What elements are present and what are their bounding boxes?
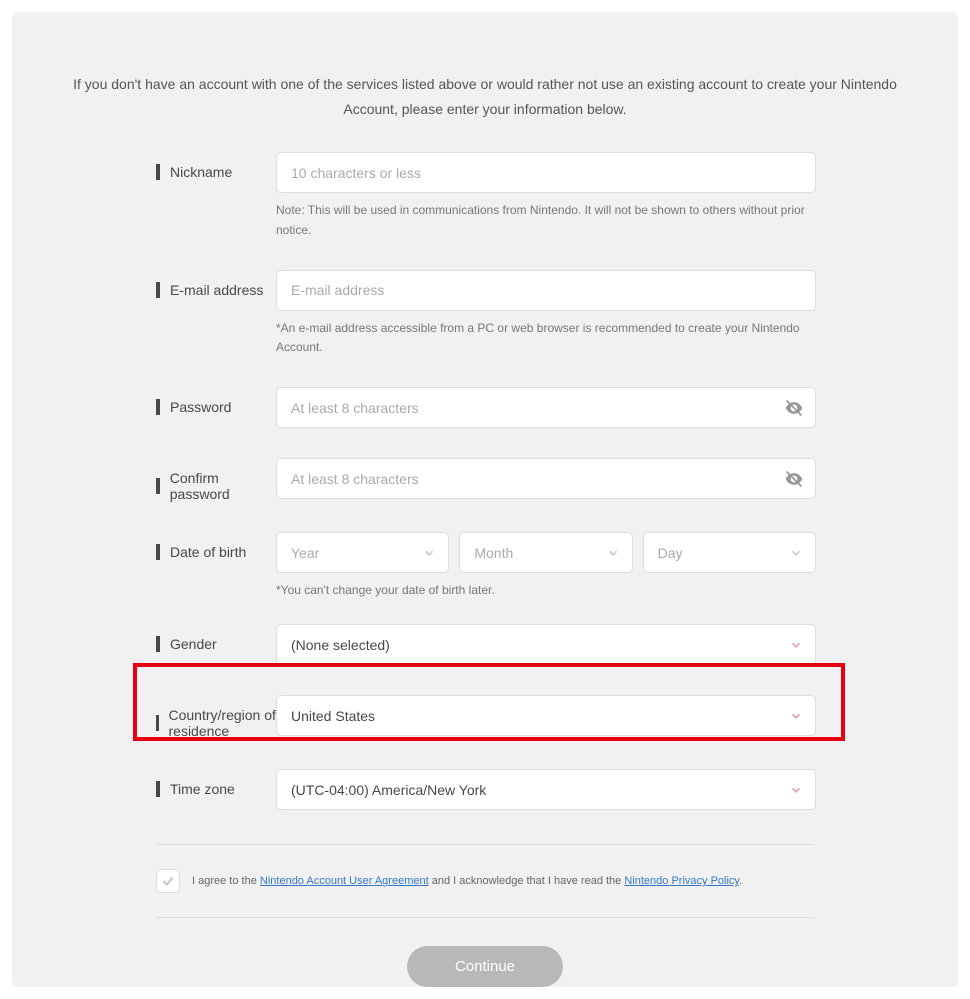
- timezone-select[interactable]: (UTC-04:00) America/New York: [276, 769, 816, 810]
- field-marker: [156, 478, 160, 494]
- field-marker: [156, 399, 160, 415]
- country-row: Country/region of residence United State…: [12, 695, 958, 739]
- chevron-down-icon: [606, 546, 620, 560]
- eye-off-icon[interactable]: [784, 398, 804, 418]
- dob-note: *You can't change your date of birth lat…: [276, 581, 816, 600]
- timezone-row: Time zone (UTC-04:00) America/New York: [12, 769, 958, 810]
- chevron-down-icon: [789, 783, 803, 797]
- field-marker: [156, 282, 160, 298]
- agree-row: I agree to the Nintendo Account User Agr…: [156, 844, 814, 918]
- timezone-label: Time zone: [170, 781, 235, 797]
- field-marker: [156, 164, 160, 180]
- nickname-input[interactable]: [276, 152, 816, 193]
- email-label: E-mail address: [170, 282, 263, 298]
- continue-button[interactable]: Continue: [407, 946, 563, 987]
- gender-select[interactable]: (None selected): [276, 624, 816, 665]
- gender-row: Gender (None selected): [12, 624, 958, 665]
- field-marker: [156, 715, 159, 731]
- intro-text: If you don't have an account with one of…: [12, 12, 958, 122]
- chevron-down-icon: [789, 638, 803, 652]
- nickname-label: Nickname: [170, 164, 232, 180]
- chevron-down-icon: [422, 546, 436, 560]
- nickname-row: Nickname Note: This will be used in comm…: [12, 152, 958, 239]
- nickname-note: Note: This will be used in communication…: [276, 201, 816, 239]
- password-row: Password: [12, 387, 958, 428]
- agree-checkbox[interactable]: [156, 869, 180, 893]
- dob-year-select[interactable]: Year: [276, 532, 449, 573]
- country-select[interactable]: United States: [276, 695, 816, 736]
- chevron-down-icon: [789, 546, 803, 560]
- country-label: Country/region of residence: [169, 707, 277, 739]
- privacy-policy-link[interactable]: Nintendo Privacy Policy: [624, 875, 739, 887]
- eye-off-icon[interactable]: [784, 469, 804, 489]
- field-marker: [156, 544, 160, 560]
- confirm-password-label: Confirm password: [170, 470, 276, 502]
- password-label: Password: [170, 399, 231, 415]
- email-row: E-mail address *An e-mail address access…: [12, 270, 958, 357]
- field-marker: [156, 636, 160, 652]
- agree-text: I agree to the Nintendo Account User Agr…: [192, 875, 742, 887]
- email-note: *An e-mail address accessible from a PC …: [276, 319, 816, 357]
- gender-label: Gender: [170, 636, 217, 652]
- dob-day-select[interactable]: Day: [643, 532, 816, 573]
- user-agreement-link[interactable]: Nintendo Account User Agreement: [260, 875, 429, 887]
- field-marker: [156, 781, 160, 797]
- email-input[interactable]: [276, 270, 816, 311]
- dob-row: Date of birth Year Month Day: [12, 532, 958, 600]
- chevron-down-icon: [789, 709, 803, 723]
- confirm-password-input[interactable]: [276, 458, 816, 499]
- dob-month-select[interactable]: Month: [459, 532, 632, 573]
- dob-label: Date of birth: [170, 544, 246, 560]
- password-input[interactable]: [276, 387, 816, 428]
- confirm-password-row: Confirm password: [12, 458, 958, 502]
